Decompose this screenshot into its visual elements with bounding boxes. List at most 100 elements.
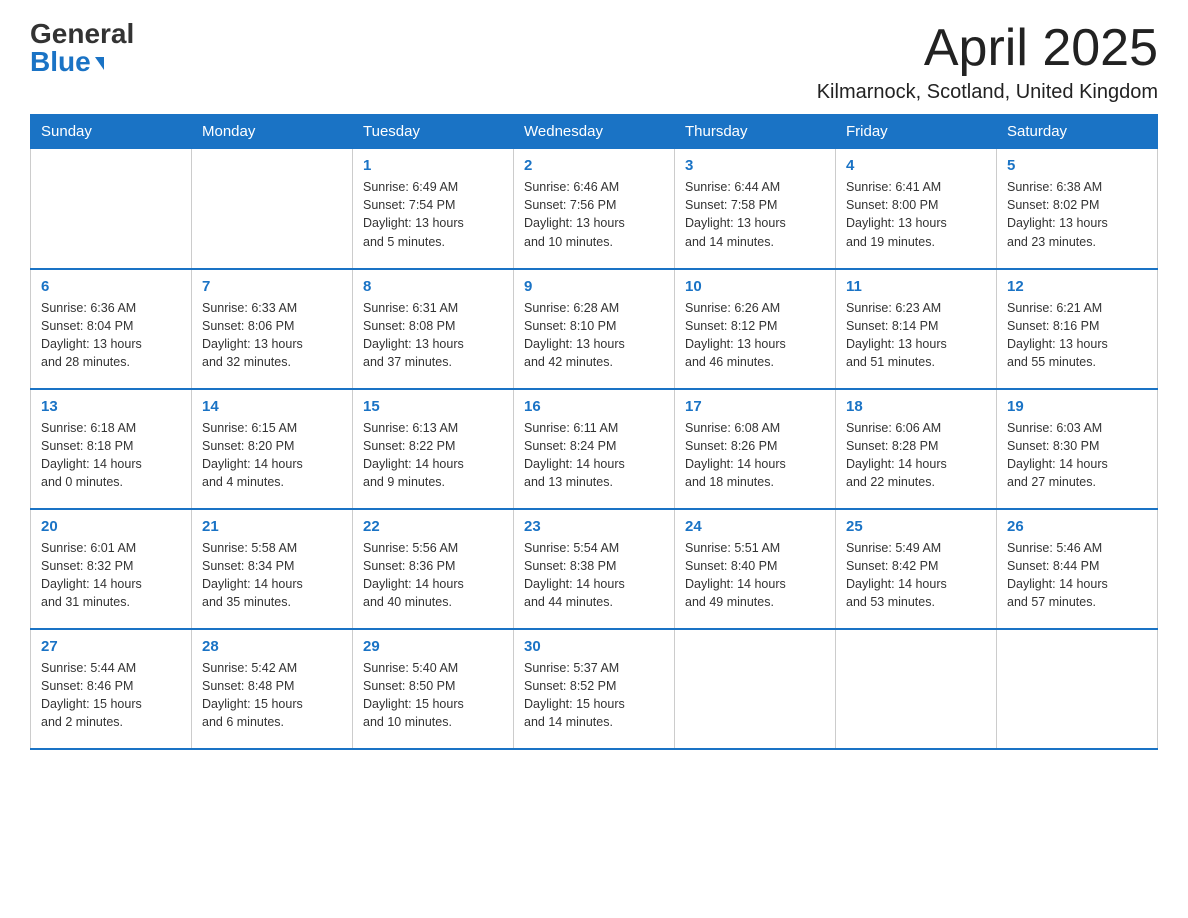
day-number: 19 bbox=[1007, 398, 1147, 415]
calendar-cell: 22 Sunrise: 5:56 AM Sunset: 8:36 PM Dayli… bbox=[353, 509, 514, 629]
calendar-cell: 13 Sunrise: 6:18 AM Sunset: 8:18 PM Dayli… bbox=[31, 389, 192, 509]
day-info: Sunrise: 5:37 AM Sunset: 8:52 PM Dayligh… bbox=[524, 659, 664, 732]
calendar-cell: 8Sunrise: 6:31 AM Sunset: 8:08 PM Daylig… bbox=[353, 269, 514, 389]
calendar-cell bbox=[836, 629, 997, 749]
day-info: Sunrise: 6:08 AM Sunset: 8:26 PM Dayligh… bbox=[685, 419, 825, 492]
weekday-header-saturday: Saturday bbox=[997, 115, 1158, 149]
day-info: Sunrise: 6:23 AM Sunset: 8:14 PM Dayligh… bbox=[846, 299, 986, 372]
day-number: 10 bbox=[685, 278, 825, 295]
day-info: Sunrise: 6:49 AM Sunset: 7:54 PM Dayligh… bbox=[363, 178, 503, 251]
day-info: Sunrise: 6:26 AM Sunset: 8:12 PM Dayligh… bbox=[685, 299, 825, 372]
day-number: 15 bbox=[363, 398, 503, 415]
weekday-header-monday: Monday bbox=[192, 115, 353, 149]
calendar-cell: 27 Sunrise: 5:44 AM Sunset: 8:46 PM Dayli… bbox=[31, 629, 192, 749]
day-info: Sunrise: 6:38 AM Sunset: 8:02 PM Dayligh… bbox=[1007, 178, 1147, 251]
day-info: Sunrise: 6:01 AM Sunset: 8:32 PM Dayligh… bbox=[41, 539, 181, 612]
day-number: 28 bbox=[202, 638, 342, 655]
calendar-cell: 21 Sunrise: 5:58 AM Sunset: 8:34 PM Dayli… bbox=[192, 509, 353, 629]
day-info: Sunrise: 5:42 AM Sunset: 8:48 PM Dayligh… bbox=[202, 659, 342, 732]
day-number: 26 bbox=[1007, 518, 1147, 535]
day-info: Sunrise: 5:49 AM Sunset: 8:42 PM Dayligh… bbox=[846, 539, 986, 612]
day-number: 13 bbox=[41, 398, 181, 415]
day-info: Sunrise: 6:28 AM Sunset: 8:10 PM Dayligh… bbox=[524, 299, 664, 372]
calendar-cell: 18Sunrise: 6:06 AM Sunset: 8:28 PM Dayli… bbox=[836, 389, 997, 509]
day-info: Sunrise: 6:18 AM Sunset: 8:18 PM Dayligh… bbox=[41, 419, 181, 492]
day-number: 2 bbox=[524, 157, 664, 174]
day-info: Sunrise: 5:58 AM Sunset: 8:34 PM Dayligh… bbox=[202, 539, 342, 612]
day-number: 29 bbox=[363, 638, 503, 655]
day-info: Sunrise: 6:31 AM Sunset: 8:08 PM Dayligh… bbox=[363, 299, 503, 372]
page-header: General Blue April 2025 Kilmarnock, Scot… bbox=[30, 20, 1158, 104]
day-number: 24 bbox=[685, 518, 825, 535]
day-number: 7 bbox=[202, 278, 342, 295]
calendar-cell: 10 Sunrise: 6:26 AM Sunset: 8:12 PM Dayli… bbox=[675, 269, 836, 389]
calendar-body: 1 Sunrise: 6:49 AM Sunset: 7:54 PM Daylig… bbox=[31, 149, 1158, 749]
day-info: Sunrise: 5:51 AM Sunset: 8:40 PM Dayligh… bbox=[685, 539, 825, 612]
day-number: 1 bbox=[363, 157, 503, 174]
calendar-week-1: 1 Sunrise: 6:49 AM Sunset: 7:54 PM Daylig… bbox=[31, 149, 1158, 269]
day-number: 22 bbox=[363, 518, 503, 535]
day-number: 20 bbox=[41, 518, 181, 535]
logo: General Blue bbox=[30, 20, 134, 76]
calendar-cell bbox=[192, 149, 353, 269]
day-number: 23 bbox=[524, 518, 664, 535]
calendar-cell: 4Sunrise: 6:41 AM Sunset: 8:00 PM Daylig… bbox=[836, 149, 997, 269]
weekday-header-wednesday: Wednesday bbox=[514, 115, 675, 149]
day-number: 11 bbox=[846, 278, 986, 295]
weekday-header-sunday: Sunday bbox=[31, 115, 192, 149]
calendar-week-2: 6 Sunrise: 6:36 AM Sunset: 8:04 PM Daylig… bbox=[31, 269, 1158, 389]
logo-blue-text: Blue bbox=[30, 48, 91, 76]
day-number: 12 bbox=[1007, 278, 1147, 295]
calendar-week-3: 13 Sunrise: 6:18 AM Sunset: 8:18 PM Dayli… bbox=[31, 389, 1158, 509]
calendar-cell: 28 Sunrise: 5:42 AM Sunset: 8:48 PM Dayli… bbox=[192, 629, 353, 749]
day-number: 27 bbox=[41, 638, 181, 655]
day-info: Sunrise: 6:36 AM Sunset: 8:04 PM Dayligh… bbox=[41, 299, 181, 372]
calendar-cell: 6 Sunrise: 6:36 AM Sunset: 8:04 PM Daylig… bbox=[31, 269, 192, 389]
day-info: Sunrise: 6:06 AM Sunset: 8:28 PM Dayligh… bbox=[846, 419, 986, 492]
calendar-cell: 23Sunrise: 5:54 AM Sunset: 8:38 PM Dayli… bbox=[514, 509, 675, 629]
day-info: Sunrise: 6:13 AM Sunset: 8:22 PM Dayligh… bbox=[363, 419, 503, 492]
day-info: Sunrise: 5:44 AM Sunset: 8:46 PM Dayligh… bbox=[41, 659, 181, 732]
day-number: 21 bbox=[202, 518, 342, 535]
calendar-cell: 3Sunrise: 6:44 AM Sunset: 7:58 PM Daylig… bbox=[675, 149, 836, 269]
calendar-week-4: 20 Sunrise: 6:01 AM Sunset: 8:32 PM Dayli… bbox=[31, 509, 1158, 629]
day-info: Sunrise: 6:41 AM Sunset: 8:00 PM Dayligh… bbox=[846, 178, 986, 251]
day-info: Sunrise: 5:40 AM Sunset: 8:50 PM Dayligh… bbox=[363, 659, 503, 732]
calendar-cell: 5 Sunrise: 6:38 AM Sunset: 8:02 PM Daylig… bbox=[997, 149, 1158, 269]
day-info: Sunrise: 6:46 AM Sunset: 7:56 PM Dayligh… bbox=[524, 178, 664, 251]
calendar-cell: 24 Sunrise: 5:51 AM Sunset: 8:40 PM Dayli… bbox=[675, 509, 836, 629]
calendar-cell: 14 Sunrise: 6:15 AM Sunset: 8:20 PM Dayli… bbox=[192, 389, 353, 509]
calendar-cell bbox=[997, 629, 1158, 749]
day-number: 9 bbox=[524, 278, 664, 295]
day-info: Sunrise: 5:46 AM Sunset: 8:44 PM Dayligh… bbox=[1007, 539, 1147, 612]
day-info: Sunrise: 6:33 AM Sunset: 8:06 PM Dayligh… bbox=[202, 299, 342, 372]
weekday-header-row: SundayMondayTuesdayWednesdayThursdayFrid… bbox=[31, 115, 1158, 149]
calendar-cell: 12 Sunrise: 6:21 AM Sunset: 8:16 PM Dayli… bbox=[997, 269, 1158, 389]
logo-general: General bbox=[30, 20, 134, 48]
calendar-cell bbox=[31, 149, 192, 269]
day-info: Sunrise: 6:44 AM Sunset: 7:58 PM Dayligh… bbox=[685, 178, 825, 251]
day-info: Sunrise: 6:11 AM Sunset: 8:24 PM Dayligh… bbox=[524, 419, 664, 492]
calendar-cell: 20 Sunrise: 6:01 AM Sunset: 8:32 PM Dayli… bbox=[31, 509, 192, 629]
calendar-cell: 16Sunrise: 6:11 AM Sunset: 8:24 PM Dayli… bbox=[514, 389, 675, 509]
day-number: 25 bbox=[846, 518, 986, 535]
calendar-cell: 2 Sunrise: 6:46 AM Sunset: 7:56 PM Daylig… bbox=[514, 149, 675, 269]
day-info: Sunrise: 6:21 AM Sunset: 8:16 PM Dayligh… bbox=[1007, 299, 1147, 372]
weekday-header-tuesday: Tuesday bbox=[353, 115, 514, 149]
day-info: Sunrise: 5:56 AM Sunset: 8:36 PM Dayligh… bbox=[363, 539, 503, 612]
day-number: 5 bbox=[1007, 157, 1147, 174]
day-number: 14 bbox=[202, 398, 342, 415]
title-block: April 2025 Kilmarnock, Scotland, United … bbox=[817, 20, 1158, 104]
day-number: 6 bbox=[41, 278, 181, 295]
calendar-cell: 19 Sunrise: 6:03 AM Sunset: 8:30 PM Dayli… bbox=[997, 389, 1158, 509]
day-number: 17 bbox=[685, 398, 825, 415]
logo-blue-row: Blue bbox=[30, 48, 134, 76]
calendar-cell bbox=[675, 629, 836, 749]
calendar-title: April 2025 bbox=[817, 20, 1158, 77]
calendar-subtitle: Kilmarnock, Scotland, United Kingdom bbox=[817, 81, 1158, 104]
calendar-cell: 7 Sunrise: 6:33 AM Sunset: 8:06 PM Daylig… bbox=[192, 269, 353, 389]
day-number: 30 bbox=[524, 638, 664, 655]
calendar-cell: 9 Sunrise: 6:28 AM Sunset: 8:10 PM Daylig… bbox=[514, 269, 675, 389]
day-info: Sunrise: 6:03 AM Sunset: 8:30 PM Dayligh… bbox=[1007, 419, 1147, 492]
day-info: Sunrise: 6:15 AM Sunset: 8:20 PM Dayligh… bbox=[202, 419, 342, 492]
